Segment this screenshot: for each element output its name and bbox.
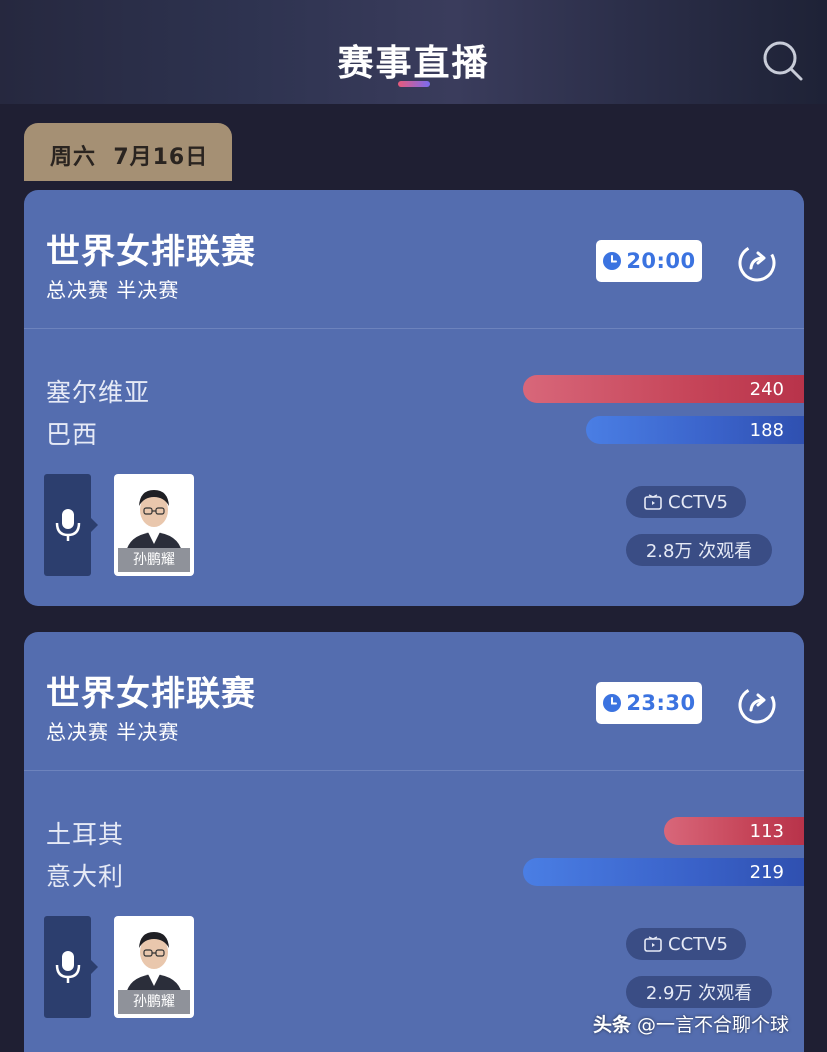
share-button[interactable] xyxy=(734,682,780,728)
team-2-vote-count: 188 xyxy=(749,419,784,441)
team-1-name: 塞尔维亚 xyxy=(46,378,151,407)
channel-badge: CCTV5 xyxy=(626,928,746,960)
view-count-badge: 2.8万 次观看 xyxy=(626,534,772,566)
tv-icon xyxy=(644,494,662,510)
clock-icon xyxy=(603,694,622,712)
microphone-icon xyxy=(55,509,81,541)
commentator-name: 孙鹏耀 xyxy=(118,548,190,572)
match-title: 世界女排联赛 xyxy=(46,232,256,272)
commentary-mic-button[interactable] xyxy=(44,916,98,1018)
match-time: 20:00 xyxy=(626,249,696,273)
match-card[interactable]: 世界女排联赛 总决赛 半决赛 23:30 土耳其 意大利 113 219 孙鹏耀… xyxy=(24,632,804,1052)
commentator-avatar[interactable]: 孙鹏耀 xyxy=(114,916,194,1018)
view-count-badge: 2.9万 次观看 xyxy=(626,976,772,1008)
search-icon xyxy=(763,41,803,81)
team-2-name: 巴西 xyxy=(46,420,99,449)
match-subtitle: 总决赛 半决赛 xyxy=(46,278,180,302)
page-title: 赛事直播 xyxy=(337,43,490,84)
tv-icon xyxy=(644,936,662,952)
share-icon xyxy=(738,686,776,724)
share-icon xyxy=(738,244,776,282)
team-1-name: 土耳其 xyxy=(46,820,125,849)
channel-name: CCTV5 xyxy=(668,491,728,513)
team-1-vote-count: 113 xyxy=(749,820,784,842)
match-time-badge: 20:00 xyxy=(596,240,702,282)
match-time: 23:30 xyxy=(626,691,696,715)
card-divider xyxy=(24,328,804,329)
match-subtitle: 总决赛 半决赛 xyxy=(46,720,180,744)
watermark-account: @一言不合聊个球 xyxy=(631,1014,790,1036)
share-button[interactable] xyxy=(734,240,780,286)
team-2-name: 意大利 xyxy=(46,862,125,891)
team-2-vote-count: 219 xyxy=(749,861,784,883)
team-1-vote-bar[interactable]: 240 xyxy=(523,375,804,403)
clock-icon xyxy=(603,252,622,270)
match-time-badge: 23:30 xyxy=(596,682,702,724)
commentator-name: 孙鹏耀 xyxy=(118,990,190,1014)
team-2-vote-bar[interactable]: 188 xyxy=(586,416,804,444)
team-1-vote-count: 240 xyxy=(749,378,784,400)
team-2-vote-bar[interactable]: 219 xyxy=(523,858,804,886)
header-bar: 赛事直播 xyxy=(0,0,827,104)
watermark: 头条 @一言不合聊个球 xyxy=(593,1010,789,1037)
microphone-icon xyxy=(55,951,81,983)
match-card[interactable]: 世界女排联赛 总决赛 半决赛 20:00 塞尔维亚 巴西 240 188 孙鹏耀… xyxy=(24,190,804,606)
date-tab[interactable]: 周六 7月16日 xyxy=(24,123,232,181)
channel-badge: CCTV5 xyxy=(626,486,746,518)
channel-name: CCTV5 xyxy=(668,933,728,955)
commentator-avatar[interactable]: 孙鹏耀 xyxy=(114,474,194,576)
card-divider xyxy=(24,770,804,771)
team-1-vote-bar[interactable]: 113 xyxy=(664,817,804,845)
title-underline-indicator xyxy=(398,81,430,87)
match-title: 世界女排联赛 xyxy=(46,674,256,714)
commentary-mic-button[interactable] xyxy=(44,474,98,576)
search-button[interactable] xyxy=(760,38,804,82)
watermark-brand: 头条 xyxy=(593,1014,632,1036)
